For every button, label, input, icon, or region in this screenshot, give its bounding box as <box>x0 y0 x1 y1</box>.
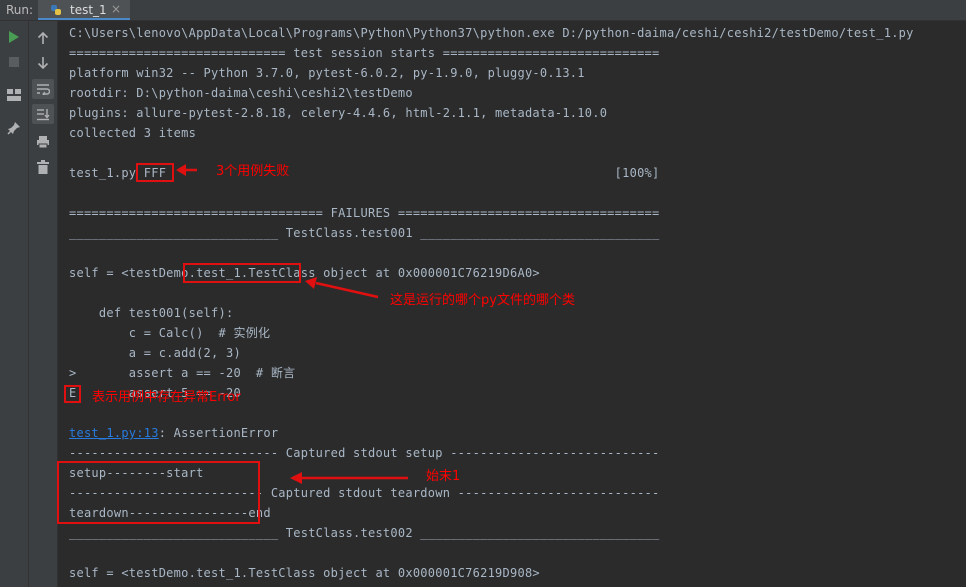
console-line: C:\Users\lenovo\AppData\Local\Programs\P… <box>69 26 914 40</box>
console-line: ---------------------------- Captured st… <box>69 446 660 460</box>
console-line: a = c.add(2, 3) <box>69 346 241 360</box>
annotation-error: 表示用例中存在异常Error <box>92 390 241 405</box>
console-line: ================================== FAILU… <box>69 206 660 220</box>
up-arrow-icon[interactable] <box>32 28 54 48</box>
console-line: ____________________________ TestClass.t… <box>69 226 660 240</box>
print-icon[interactable] <box>32 132 54 152</box>
console-line: self = <testDemo.test_1.TestClass object… <box>69 566 540 580</box>
console-line: plugins: allure-pytest-2.8.18, celery-4.… <box>69 106 608 120</box>
console-line: collected 3 items <box>69 126 197 140</box>
console-line: self = <testDemo.test_1.TestClass object… <box>69 266 540 280</box>
traceback-error: : AssertionError <box>158 426 279 440</box>
run-controls-toolbar <box>0 21 29 587</box>
tab-label: test_1 <box>70 3 107 17</box>
console-line: test_1.py:13: AssertionError <box>69 423 278 443</box>
fff-highlight-box <box>136 163 174 182</box>
stdout-highlight-box <box>57 461 260 524</box>
console-line: ============================= test sessi… <box>69 46 660 60</box>
trash-icon[interactable] <box>32 157 54 177</box>
annotation-output: 始末1 <box>426 469 461 484</box>
run-tool-window-header: Run: test_1 × <box>0 0 966 21</box>
console-line: c = Calc() # 实例化 <box>69 326 271 340</box>
down-arrow-icon[interactable] <box>32 53 54 73</box>
soft-wrap-icon[interactable] <box>32 79 54 99</box>
annotation-fff: 3个用例失败 <box>216 164 290 179</box>
run-icon[interactable] <box>3 27 25 47</box>
run-label: Run: <box>6 3 34 17</box>
error-marker-box <box>64 385 81 403</box>
pin-icon[interactable] <box>3 118 25 138</box>
console-actions-toolbar <box>29 21 58 587</box>
console-line: platform win32 -- Python 3.7.0, pytest-6… <box>69 66 585 80</box>
console-line: ____________________________ TestClass.t… <box>69 526 660 540</box>
console-line: rootdir: D:\python-daima\ceshi\ceshi2\te… <box>69 86 413 100</box>
layout-icon[interactable] <box>3 85 25 105</box>
class-highlight-box <box>183 263 301 283</box>
scroll-to-end-icon[interactable] <box>32 104 54 124</box>
annotation-class: 这是运行的哪个py文件的哪个类 <box>390 293 575 308</box>
close-icon[interactable]: × <box>111 2 121 16</box>
tab-test-1[interactable]: test_1 × <box>38 0 130 20</box>
traceback-link[interactable]: test_1.py:13 <box>69 426 159 440</box>
python-file-icon <box>50 4 62 16</box>
console-line: def test001(self): <box>69 306 234 320</box>
console-line: > assert a == -20 # 断言 <box>69 366 296 380</box>
stop-icon[interactable] <box>3 52 25 72</box>
